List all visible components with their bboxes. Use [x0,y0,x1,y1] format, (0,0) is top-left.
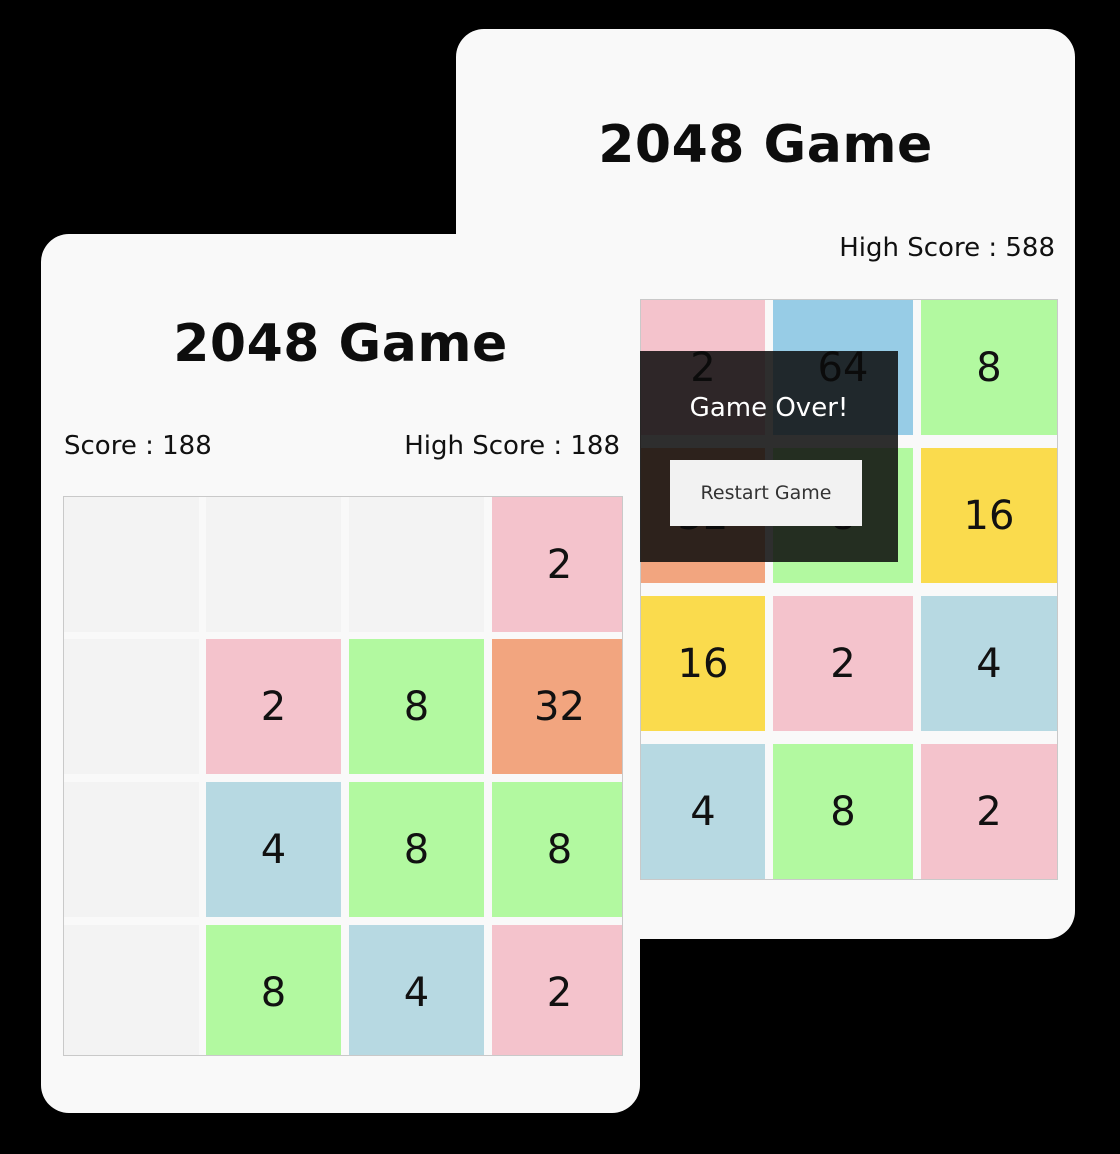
tile-8: 8 [349,639,484,774]
empty-tile [349,497,484,632]
tile-8: 8 [206,925,341,1055]
game-title: 2048 Game [173,314,508,374]
empty-tile [64,782,199,917]
empty-tile [64,639,199,774]
tile-4: 4 [206,782,341,917]
tile-4: 4 [641,744,765,879]
game-title: 2048 Game [598,115,933,175]
game-card-active: 2048 Game Score : 188 High Score : 188 2… [41,234,640,1113]
game-over-overlay: Game Over! Restart Game [640,351,898,562]
high-score-label: High Score : 188 [404,431,620,461]
tile-16: 16 [641,596,765,731]
tile-32: 32 [492,639,622,774]
tile-8: 8 [349,782,484,917]
tile-8: 8 [773,744,913,879]
tile-2: 2 [206,639,341,774]
high-score-label: High Score : 588 [839,233,1055,263]
tile-4: 4 [349,925,484,1055]
tile-4: 4 [921,596,1057,731]
game-over-message: Game Over! [689,393,849,423]
tile-2: 2 [773,596,913,731]
empty-tile [64,497,199,632]
restart-game-button[interactable]: Restart Game [670,460,862,526]
tile-2: 2 [492,925,622,1055]
empty-tile [64,925,199,1055]
tile-2: 2 [921,744,1057,879]
tile-16: 16 [921,448,1057,583]
tile-2: 2 [492,497,622,632]
tile-8: 8 [921,300,1057,435]
tile-8: 8 [492,782,622,917]
empty-tile [206,497,341,632]
score-label: Score : 188 [64,431,212,461]
game-board[interactable]: 2 2 8 32 4 8 8 8 4 2 [63,496,623,1056]
